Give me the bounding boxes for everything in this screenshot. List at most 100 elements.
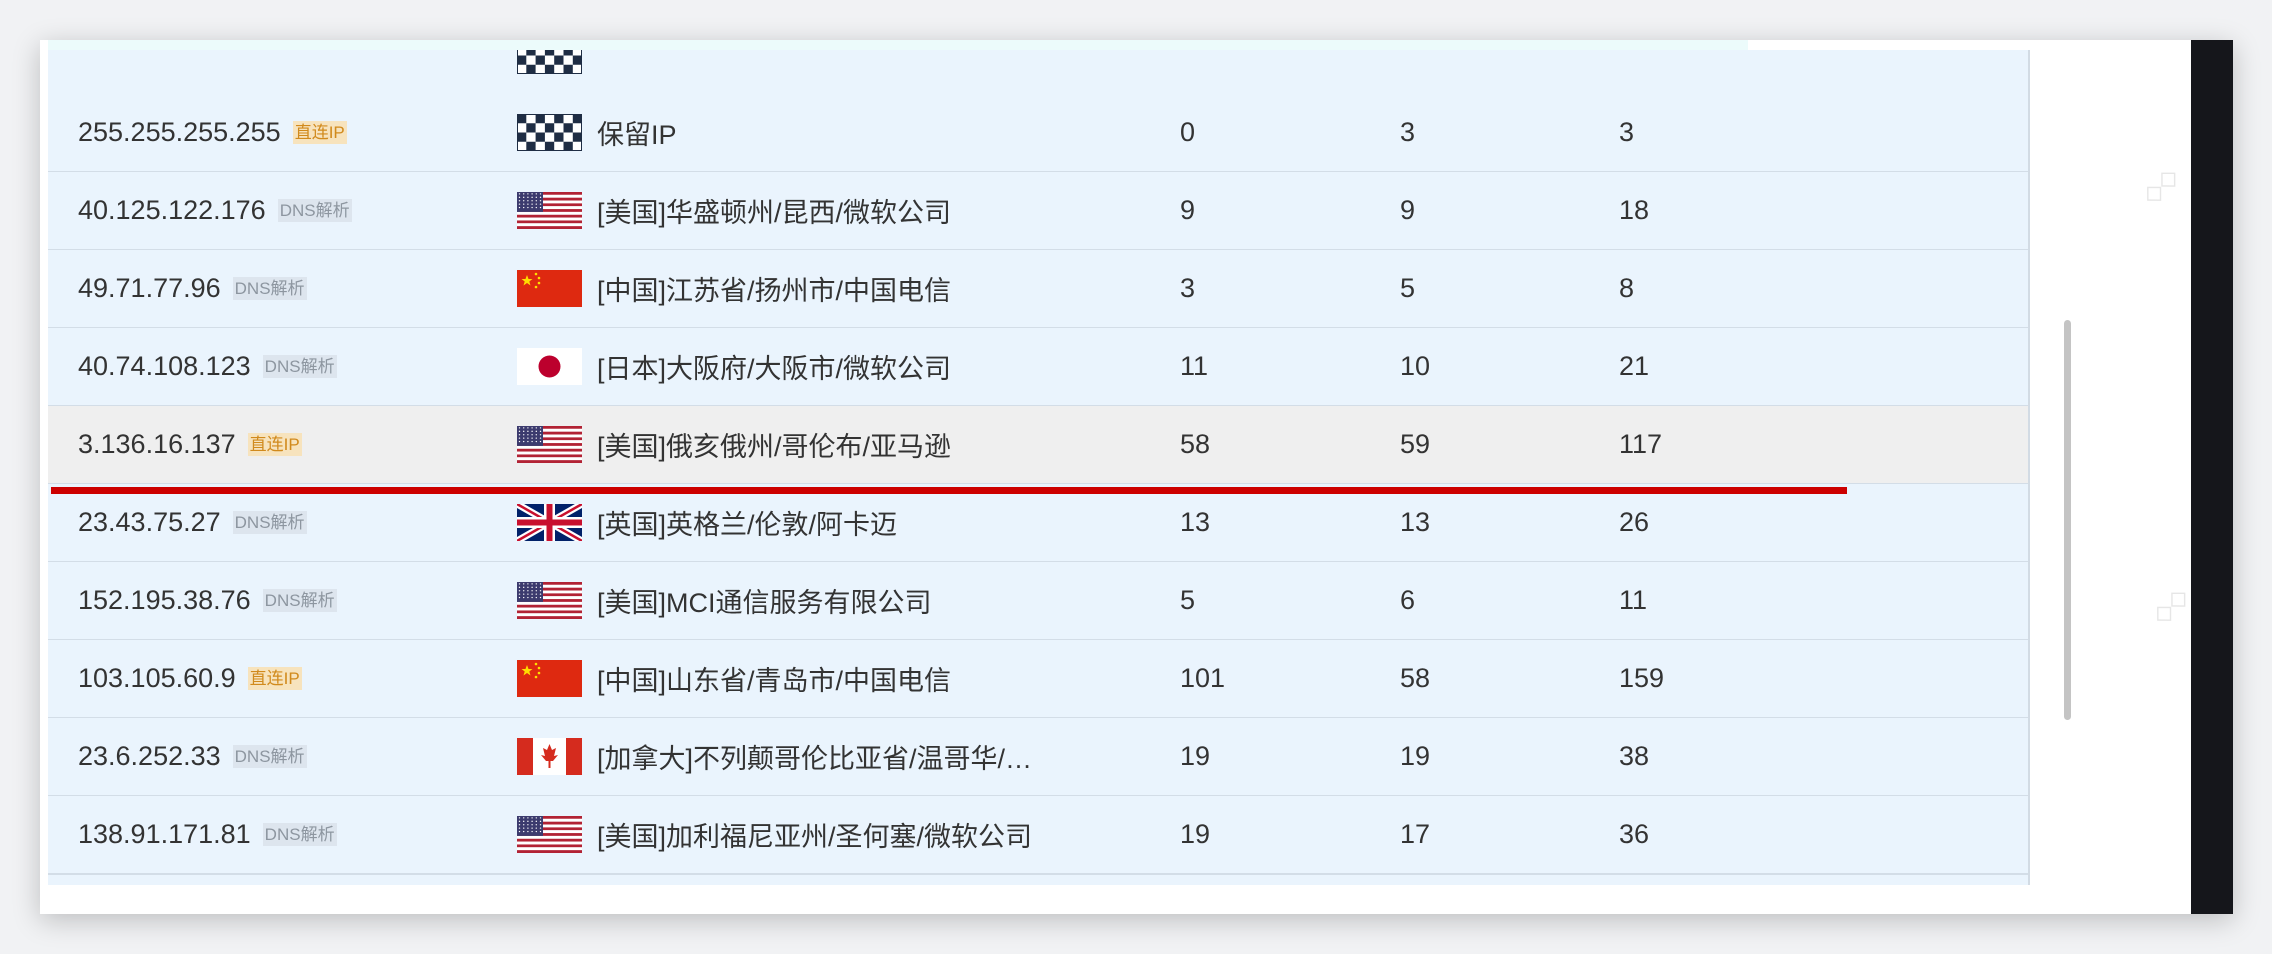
dns-resolve-badge: DNS解析 <box>262 355 337 378</box>
count-cell-2: 6 <box>1400 585 1416 615</box>
count-cell-2: 13 <box>1400 507 1431 537</box>
count-cell-total: 26 <box>1619 507 1650 537</box>
count-cell-total: 21 <box>1619 351 1650 381</box>
count-cell-1: 0 <box>1180 117 1196 147</box>
count-cell-2: 17 <box>1400 819 1431 849</box>
table-row[interactable]: 3.136.16.137 直连IP [美国]俄亥俄州/哥伦布/亚马逊 58 59 117 <box>48 406 2028 485</box>
side-strip <box>2191 40 2233 914</box>
jp-flag-icon <box>517 328 582 405</box>
count-cell-2: 10 <box>1400 351 1431 381</box>
ip-address[interactable]: 49.71.77.96 <box>78 273 221 304</box>
header-band <box>48 40 1748 50</box>
location-cell: [英国]英格兰/伦敦/阿卡迈 <box>597 510 898 540</box>
count-cell-1: 19 <box>1180 819 1211 849</box>
ip-cell: 40.125.122.176 DNS解析 <box>78 172 352 249</box>
ip-address[interactable]: 152.195.38.76 <box>78 585 251 616</box>
dns-resolve-badge: DNS解析 <box>232 277 307 300</box>
ip-address[interactable]: 255.255.255.255 <box>78 117 281 148</box>
ip-cell: 40.74.108.123 DNS解析 <box>78 328 337 405</box>
ip-cell: 49.71.77.96 DNS解析 <box>78 250 307 327</box>
count-cell-2: 9 <box>1400 195 1416 225</box>
us-flag-icon <box>517 796 582 873</box>
count-cell-1: 11 <box>1180 351 1209 381</box>
dns-resolve-badge: DNS解析 <box>232 511 307 534</box>
count-cell-2: 5 <box>1400 273 1416 303</box>
location-cell: [加拿大]不列颠哥伦比亚省/温哥华/… <box>597 744 1033 774</box>
location-cell: 保留IP <box>597 120 677 150</box>
count-cell-2: 58 <box>1400 663 1431 693</box>
us-flag-icon <box>517 172 582 249</box>
table-row[interactable]: 255.255.255.255 直连IP 保留IP 0 3 3 <box>48 94 2028 173</box>
count-cell-1: 58 <box>1180 429 1211 459</box>
count-cell-1: 13 <box>1180 507 1211 537</box>
dns-resolve-badge: DNS解析 <box>277 199 352 222</box>
table-row[interactable]: 23.6.252.33 DNS解析 [加拿大]不列颠哥伦比亚省/温哥华/… 19 19 3… <box>48 718 2028 797</box>
us-flag-icon <box>517 406 582 483</box>
reserved-checkered-flag-icon <box>517 94 582 171</box>
table-row[interactable]: 103.105.60.9 直连IP [中国]山东省/青岛市/中国电信 101 58 159 <box>48 640 2028 719</box>
location-cell: [美国]MCI通信服务有限公司 <box>597 588 932 618</box>
dns-resolve-badge: DNS解析 <box>232 745 307 768</box>
ip-cell: 255.255.255.255 直连IP <box>78 94 347 171</box>
ip-address[interactable]: 3.136.16.137 <box>78 429 236 460</box>
count-cell-2: 3 <box>1400 117 1416 147</box>
count-cell-total: 18 <box>1619 195 1650 225</box>
table-row-partial <box>48 50 2028 96</box>
table-row[interactable]: 49.71.77.96 DNS解析 [中国]江苏省/扬州市/中国电信 3 5 8 <box>48 250 2028 329</box>
location-cell: [美国]俄亥俄州/哥伦布/亚马逊 <box>597 432 952 462</box>
count-cell-total: 36 <box>1619 819 1650 849</box>
count-cell-1: 3 <box>1180 273 1196 303</box>
table-row[interactable]: 40.125.122.176 DNS解析 [美国]华盛顿州/昆西/微软公司 9 9 18 <box>48 172 2028 251</box>
ip-address[interactable]: 103.105.60.9 <box>78 663 236 694</box>
cn-flag-icon <box>517 250 582 327</box>
dns-resolve-badge: DNS解析 <box>262 589 337 612</box>
direct-ip-badge: 直连IP <box>247 433 302 456</box>
ip-address[interactable]: 40.125.122.176 <box>78 195 266 226</box>
direct-ip-badge: 直连IP <box>292 121 347 144</box>
location-cell: [美国]华盛顿州/昆西/微软公司 <box>597 198 952 228</box>
count-cell-total: 117 <box>1619 429 1663 459</box>
ca-flag-icon <box>517 718 582 795</box>
ip-cell: 152.195.38.76 DNS解析 <box>78 562 337 639</box>
count-cell-1: 19 <box>1180 741 1211 771</box>
location-cell: [美国]加利福尼亚州/圣何塞/微软公司 <box>597 822 1033 852</box>
count-cell-total: 159 <box>1619 663 1665 693</box>
ip-cell: 23.43.75.27 DNS解析 <box>78 484 307 561</box>
count-cell-total: 8 <box>1619 273 1635 303</box>
table-row[interactable]: 152.195.38.76 DNS解析 [美国]MCI通信服务有限公司 5 6 11 <box>48 562 2028 641</box>
count-cell-2: 19 <box>1400 741 1431 771</box>
us-flag-icon <box>517 562 582 639</box>
table-row[interactable]: 40.74.108.123 DNS解析 [日本]大阪府/大阪市/微软公司 11 10 21 <box>48 328 2028 407</box>
watermark: ◇◇ <box>2144 580 2195 630</box>
count-cell-total: 11 <box>1619 585 1648 615</box>
watermark: ◇◇ <box>2134 160 2185 210</box>
ip-cell: 23.6.252.33 DNS解析 <box>78 718 307 795</box>
count-cell-1: 9 <box>1180 195 1196 225</box>
ip-table: 255.255.255.255 直连IP 保留IP 0 3 3 40.125.122.176… <box>48 50 2030 885</box>
ip-address[interactable]: 23.43.75.27 <box>78 507 221 538</box>
direct-ip-badge: 直连IP <box>247 667 302 690</box>
location-cell: [中国]江苏省/扬州市/中国电信 <box>597 276 952 306</box>
cn-flag-icon <box>517 640 582 717</box>
ip-address[interactable]: 23.6.252.33 <box>78 741 221 772</box>
scrollbar[interactable] <box>2064 320 2071 720</box>
count-cell-1: 101 <box>1180 663 1226 693</box>
count-cell-total: 3 <box>1619 117 1635 147</box>
ip-cell: 138.91.171.81 DNS解析 <box>78 796 337 873</box>
uk-flag-icon <box>517 484 582 561</box>
reserved-checkered-flag-icon <box>517 50 582 94</box>
count-cell-2: 59 <box>1400 429 1431 459</box>
ip-cell: 3.136.16.137 直连IP <box>78 406 302 483</box>
dns-resolve-badge: DNS解析 <box>262 823 337 846</box>
count-cell-total: 38 <box>1619 741 1650 771</box>
red-underline-annotation <box>51 487 1847 494</box>
count-cell-1: 5 <box>1180 585 1196 615</box>
location-cell: [日本]大阪府/大阪市/微软公司 <box>597 354 952 384</box>
ip-cell: 103.105.60.9 直连IP <box>78 640 302 717</box>
location-cell: [中国]山东省/青岛市/中国电信 <box>597 666 952 696</box>
table-row[interactable]: 138.91.171.81 DNS解析 [美国]加利福尼亚州/圣何塞/微软公司 19 1… <box>48 796 2028 875</box>
browser-window: 255.255.255.255 直连IP 保留IP 0 3 3 40.125.122.176… <box>40 40 2233 914</box>
ip-address[interactable]: 138.91.171.81 <box>78 819 251 850</box>
table-row[interactable]: 23.43.75.27 DNS解析 [英国]英格兰/伦敦/阿卡迈 13 13 26 <box>48 484 2028 563</box>
ip-address[interactable]: 40.74.108.123 <box>78 351 251 382</box>
